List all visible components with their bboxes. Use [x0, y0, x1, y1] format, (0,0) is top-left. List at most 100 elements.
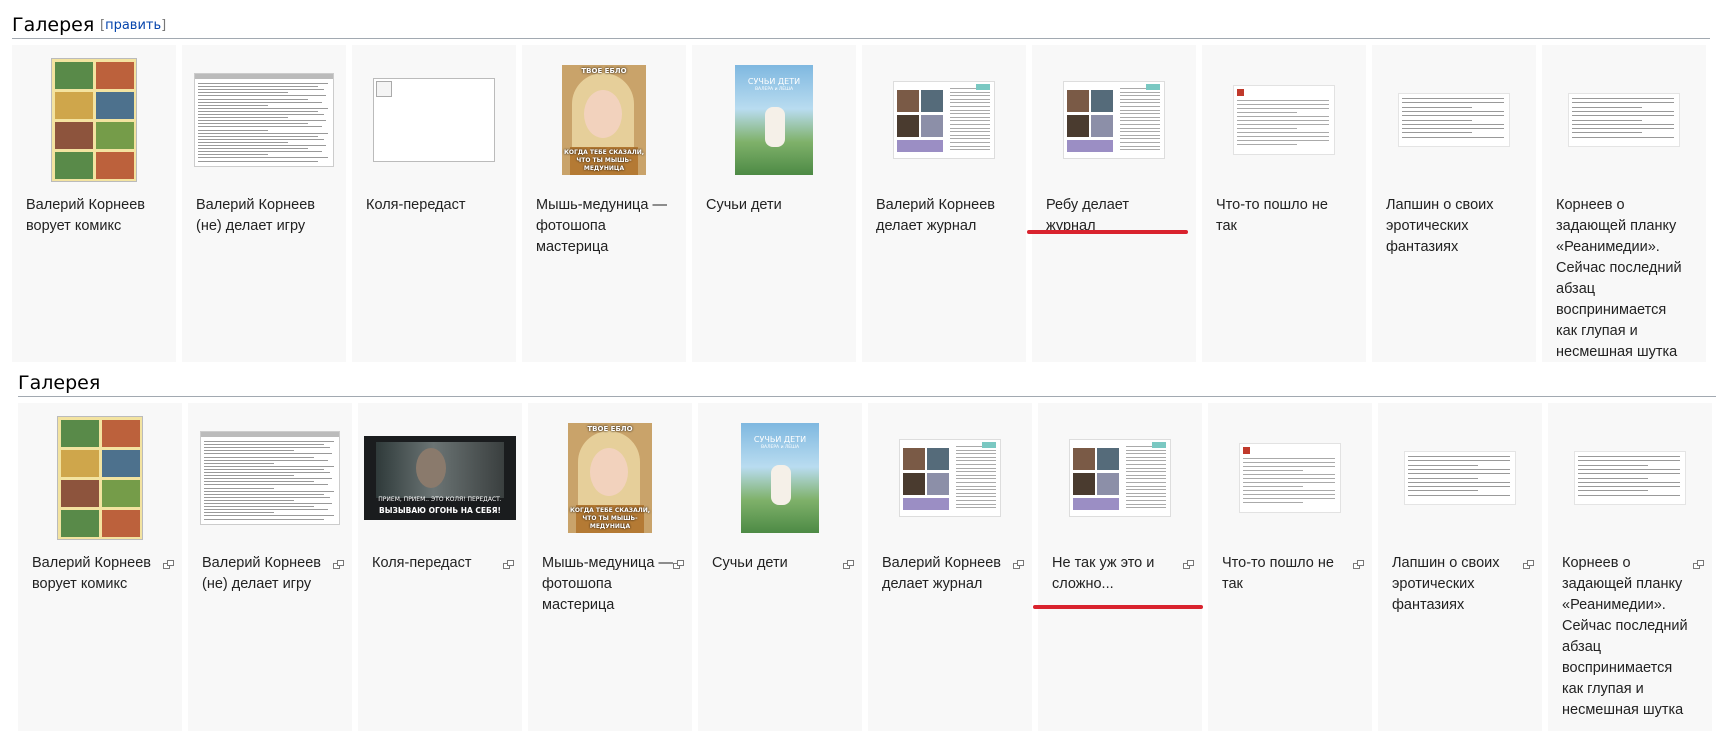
expand-icon[interactable]: [1013, 560, 1024, 569]
doc-text-line: [204, 478, 332, 480]
poster-subtitle: ВАЛЕРА и ЛЕША: [754, 87, 794, 92]
meme-face: [590, 448, 628, 496]
doc-text-line: [198, 160, 318, 162]
gallery-item[interactable]: Не так уж это и сложно...: [1038, 403, 1202, 731]
document-thumbnail[interactable]: [194, 73, 334, 167]
doc-text-line: [198, 86, 318, 88]
tweet-text-line: [1237, 120, 1329, 121]
gallery-item[interactable]: Корнеев о задающей планку «Реанимедии». …: [1548, 403, 1712, 731]
meme-thumbnail[interactable]: ТВОЕ ЕБЛО КОГДА ТЕБЕ СКАЗАЛИ, ЧТО ТЫ МЫШЬ…: [568, 423, 652, 533]
expand-icon[interactable]: [503, 560, 514, 569]
text-line: [1578, 477, 1648, 479]
comic-panel: [61, 420, 99, 447]
expand-icon[interactable]: [843, 560, 854, 569]
expand-icon[interactable]: [673, 560, 684, 569]
tweet-text-line: [1243, 466, 1335, 467]
document-thumbnail[interactable]: [200, 431, 340, 525]
magazine-photo: [1091, 90, 1113, 112]
gallery-item[interactable]: СУЧЬИ ДЕТИ ВАЛЕРА и ЛЕША Сучьи дети: [698, 403, 862, 731]
gallery-item[interactable]: ТВОЕ ЕБЛО КОГДА ТЕБЕ СКАЗАЛИ, ЧТО ТЫ МЫШЬ…: [528, 403, 692, 731]
doc-text-line: [204, 518, 324, 520]
magazine-text-line: [1120, 149, 1160, 151]
expand-icon[interactable]: [1353, 560, 1364, 569]
magazine-text-line: [956, 467, 996, 469]
gallery-caption: Валерий Корнеев (не) делает игру: [196, 197, 315, 234]
text-line: [1408, 468, 1510, 470]
poster-thumbnail[interactable]: СУЧЬИ ДЕТИ ВАЛЕРА и ЛЕША: [735, 65, 813, 175]
magazine-thumbnail[interactable]: [1063, 81, 1165, 159]
expand-icon[interactable]: [1523, 560, 1534, 569]
gallery-1: Галерея [править] Валерий Корнеев ворует…: [0, 0, 1722, 362]
text-line: [1578, 460, 1680, 462]
doc-text-line: [198, 148, 308, 150]
gallery-item[interactable]: Коля-передаст: [352, 45, 516, 362]
magazine-text-line: [950, 142, 990, 143]
gallery-item[interactable]: Лапшин о своих эротических фантазиях: [1372, 45, 1536, 362]
tweet-thumbnail[interactable]: [1233, 85, 1335, 155]
poster-thumbnail[interactable]: СУЧЬИ ДЕТИ ВАЛЕРА и ЛЕША: [741, 423, 819, 533]
broken-image-icon[interactable]: [373, 78, 495, 162]
gallery-item[interactable]: Ребу делает журнал: [1032, 45, 1196, 362]
text-screenshot-thumbnail[interactable]: [1398, 93, 1510, 147]
gallery-item[interactable]: Корнеев о задающей планку «Реанимедии». …: [1542, 45, 1706, 362]
text-line: [1402, 123, 1504, 125]
gallery-item[interactable]: Лапшин о своих эротических фантазиях: [1378, 403, 1542, 731]
comic-thumbnail[interactable]: [51, 58, 137, 182]
gallery-item[interactable]: ТВОЕ ЕБЛО КОГДА ТЕБЕ СКАЗАЛИ, ЧТО ТЫ МЫШЬ…: [522, 45, 686, 362]
expand-icon[interactable]: [333, 560, 344, 569]
gallery-item[interactable]: Валерий Корнеев (не) делает игру: [188, 403, 352, 731]
doc-text-line: [198, 104, 268, 106]
meme-bottom-text: КОГДА ТЕБЕ СКАЗАЛИ, ЧТО ТЫ МЫШЬ-МЕДУНИЦА: [570, 507, 650, 530]
doc-header-bar: [201, 432, 339, 437]
expand-icon[interactable]: [1183, 560, 1194, 569]
magazine-text-line: [1126, 471, 1166, 473]
gallery-item[interactable]: Валерий Корнеев делает журнал: [868, 403, 1032, 731]
thumbnail-frame: ТВОЕ ЕБЛО КОГДА ТЕБЕ СКАЗАЛИ, ЧТО ТЫ МЫШЬ…: [528, 403, 692, 553]
gallery-item[interactable]: Что-то пошло не так: [1202, 45, 1366, 362]
expand-icon[interactable]: [1693, 560, 1704, 569]
doc-text-line: [198, 101, 322, 103]
text-line: [1402, 102, 1504, 104]
doc-text-line: [198, 132, 328, 134]
gallery-item[interactable]: Валерий Корнеев делает журнал: [862, 45, 1026, 362]
thumbnail-frame: [18, 403, 182, 553]
gallery-item[interactable]: ПРИЕМ, ПРИЕМ.. ЭТО КОЛЯ! ПЕРЕДАСТ. ВЫЗЫВА…: [358, 403, 522, 731]
magazine-photo: [927, 473, 949, 495]
gallery-caption: Валерий Корнеев ворует комикс: [26, 197, 145, 234]
magazine-text-line: [950, 91, 990, 93]
gallery-caption: Мышь-медуница — фотошопа мастерица: [536, 197, 667, 255]
comic-thumbnail[interactable]: [57, 416, 143, 540]
gallery-item[interactable]: Валерий Корнеев (не) делает игру: [182, 45, 346, 362]
magazine-text-line: [1120, 113, 1160, 115]
thumbnail-frame: ТВОЕ ЕБЛО КОГДА ТЕБЕ СКАЗАЛИ, ЧТО ТЫ МЫШЬ…: [522, 45, 686, 195]
text-line: [1402, 115, 1504, 117]
gallery-caption: Валерий Корнеев ворует комикс: [32, 555, 151, 592]
heading-rule: [12, 38, 1710, 39]
doc-text-line: [204, 512, 274, 514]
thumbnail-frame: ПРИЕМ, ПРИЕМ.. ЭТО КОЛЯ! ПЕРЕДАСТ. ВЫЗЫВА…: [358, 403, 522, 553]
gallery-item[interactable]: Что-то пошло не так: [1208, 403, 1372, 731]
doc-text-line: [204, 481, 314, 483]
magazine-photo: [1067, 140, 1113, 152]
meme-thumbnail[interactable]: ТВОЕ ЕБЛО КОГДА ТЕБЕ СКАЗАЛИ, ЧТО ТЫ МЫШЬ…: [562, 65, 646, 175]
expand-icon[interactable]: [163, 560, 174, 569]
magazine-photo: [1097, 473, 1119, 495]
magazine-text-line: [1126, 474, 1166, 476]
video-still-thumbnail[interactable]: ПРИЕМ, ПРИЕМ.. ЭТО КОЛЯ! ПЕРЕДАСТ. ВЫЗЫВА…: [364, 436, 516, 520]
text-screenshot-thumbnail[interactable]: [1574, 451, 1686, 505]
gallery-item[interactable]: СУЧЬИ ДЕТИ ВАЛЕРА и ЛЕША Сучьи дети: [692, 45, 856, 362]
text-screenshot-thumbnail[interactable]: [1568, 93, 1680, 147]
magazine-thumbnail[interactable]: [893, 81, 995, 159]
edit-link[interactable]: править: [105, 18, 161, 33]
magazine-thumbnail[interactable]: [899, 439, 1001, 517]
comic-panel: [96, 122, 134, 149]
comic-panel: [55, 152, 93, 179]
doc-text-line: [204, 456, 314, 458]
thumbnail-frame: [1208, 403, 1372, 553]
gallery-item[interactable]: Валерий Корнеев ворует комикс: [12, 45, 176, 362]
gallery-item[interactable]: Валерий Корнеев ворует комикс: [18, 403, 182, 731]
magazine-thumbnail[interactable]: [1069, 439, 1171, 517]
text-screenshot-thumbnail[interactable]: [1404, 451, 1516, 505]
tweet-thumbnail[interactable]: [1239, 443, 1341, 513]
text-line: [1408, 494, 1510, 496]
